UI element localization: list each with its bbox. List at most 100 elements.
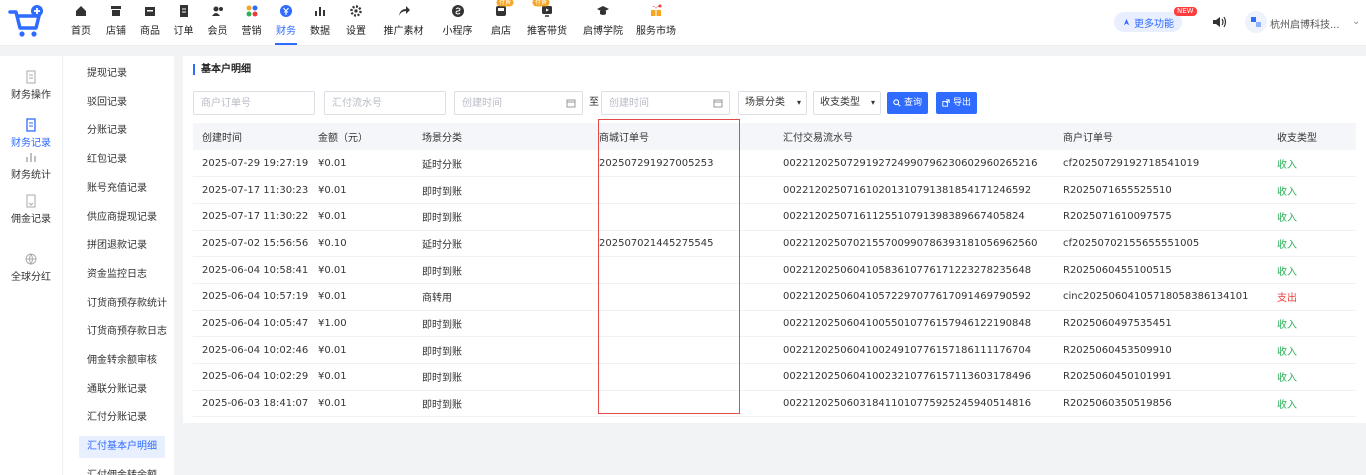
- created-to-input[interactable]: [601, 91, 730, 115]
- table-row: 2025-06-03 18:41:07 ¥0.01 即时到账 002212025060…: [193, 390, 1356, 418]
- huifu-serial-field[interactable]: [332, 92, 438, 114]
- submenu-item-3[interactable]: 红包记录: [79, 149, 135, 171]
- nav-item-10[interactable]: 小程序: [432, 0, 483, 46]
- type-select[interactable]: 收支类型 ▾: [813, 91, 881, 115]
- table-row: 2025-07-17 11:30:22 ¥0.01 即时到账 002212025071…: [193, 203, 1356, 231]
- table-cell: 即时到账: [413, 390, 590, 418]
- table-row: 2025-06-04 10:02:46 ¥0.01 即时到账 002212025060…: [193, 336, 1356, 364]
- table-cell: [590, 310, 774, 338]
- submenu-item-5[interactable]: 供应商提现记录: [79, 207, 165, 229]
- nav-item-3[interactable]: 订单: [166, 0, 201, 46]
- nav-item-label: 推广素材: [383, 26, 424, 37]
- table-cell: 收入: [1268, 203, 1356, 231]
- table-cell: 即时到账: [413, 336, 590, 364]
- column-header-1: 金额（元）: [309, 123, 413, 150]
- query-label: 查询: [904, 98, 923, 108]
- column-header-3: 商城订单号: [590, 123, 774, 150]
- submenu-item-8[interactable]: 订货商预存款统计: [79, 293, 175, 315]
- submenu-item-2[interactable]: 分账记录: [79, 120, 135, 142]
- globe-icon: [0, 252, 62, 266]
- created-from-field[interactable]: [462, 92, 575, 114]
- submenu-item-9[interactable]: 订货商预存款日志: [79, 321, 175, 343]
- created-from-input[interactable]: [454, 91, 583, 115]
- submenu-item-14[interactable]: 汇付佣金转余额: [79, 465, 165, 475]
- nav-item-2[interactable]: 商品: [134, 0, 166, 46]
- submenu-item-4[interactable]: 账号充值记录: [79, 178, 155, 200]
- table-row: 2025-06-04 10:57:19 ¥0.01 商转用 0022120250604…: [193, 283, 1356, 311]
- table-cell: 2025-06-04 10:58:41: [193, 256, 309, 284]
- document-icon: [176, 4, 192, 18]
- table-row: 2025-07-02 15:56:56 ¥0.10 延时分账 202507021445…: [193, 230, 1356, 258]
- left-cat-0[interactable]: 财务操作: [0, 70, 62, 101]
- nav-item-0[interactable]: 首页: [64, 0, 98, 46]
- table-cell: 202507291927005253: [590, 150, 774, 178]
- table-cell: ¥0.01: [309, 256, 413, 284]
- submenu-item-11[interactable]: 通联分账记录: [79, 379, 155, 401]
- shop-avatar[interactable]: [1245, 11, 1267, 33]
- submenu-item-6[interactable]: 拼团退款记录: [79, 235, 155, 257]
- main-panel: 基本户明细 至 场景分类 ▾ 收支类型 ▾ 查询: [183, 56, 1366, 423]
- left-cat-4[interactable]: 全球分红: [0, 252, 62, 283]
- nav-item-6[interactable]: 财务: [269, 0, 303, 46]
- more-features-button[interactable]: 更多功能: [1114, 12, 1182, 32]
- table-cell: 商转用: [413, 283, 590, 311]
- nav-item-9[interactable]: 推广素材: [375, 0, 432, 46]
- submenu-item-7[interactable]: 资金监控日志: [79, 264, 155, 286]
- table-cell: 002212025060410572297077617091469790592: [774, 283, 1054, 311]
- chevron-down-icon[interactable]: ⌄: [1352, 16, 1360, 27]
- export-icon: [942, 99, 950, 107]
- submenu-item-10[interactable]: 佣金转余额审核: [79, 350, 165, 372]
- huifu-serial-input[interactable]: [324, 91, 446, 115]
- table-cell: ¥0.01: [309, 283, 413, 311]
- table-cell: 2025-07-02 15:56:56: [193, 230, 309, 258]
- submenu-item-13[interactable]: 汇付基本户明细: [79, 436, 165, 459]
- export-label: 导出: [953, 98, 972, 108]
- table-cell: 即时到账: [413, 203, 590, 231]
- table-cell: ¥0.01: [309, 176, 413, 204]
- table-row: 2025-06-04 10:05:47 ¥1.00 即时到账 002212025060…: [193, 310, 1356, 338]
- table-header-row: 创建时间 金额（元） 场景分类 商城订单号 汇付交易流水号 商户订单号 收支类型: [193, 123, 1356, 150]
- table-cell: [590, 176, 774, 204]
- left-cat-1[interactable]: 财务记录: [0, 118, 62, 149]
- merchant-order-input[interactable]: [193, 91, 315, 115]
- calendar-icon: [713, 99, 723, 108]
- nav-item-5[interactable]: 营销: [234, 0, 269, 46]
- column-header-2: 场景分类: [413, 123, 590, 150]
- table-cell: 收入: [1268, 230, 1356, 258]
- more-features-label: 更多功能: [1134, 18, 1174, 30]
- submenu-item-12[interactable]: 汇付分账记录: [79, 407, 155, 429]
- nav-item-14[interactable]: 服务市场: [631, 0, 681, 46]
- nav-item-8[interactable]: 设置: [337, 0, 375, 46]
- table-cell: ¥0.01: [309, 336, 413, 364]
- table-cell: 002212025060410023210776157113603178496: [774, 363, 1054, 391]
- gift-icon: [648, 4, 664, 18]
- merchant-order-field[interactable]: [201, 92, 307, 114]
- speaker-icon[interactable]: [1211, 14, 1227, 30]
- nav-item-1[interactable]: 店铺: [98, 0, 134, 46]
- table-cell: 002212025060410055010776157946122190848: [774, 310, 1054, 338]
- nav-item-11[interactable]: 付费 启店: [483, 0, 519, 46]
- nav-item-label: 启店: [491, 26, 511, 37]
- left-cat-2[interactable]: 财务统计: [0, 150, 62, 181]
- table-cell: R2025071610097575: [1054, 203, 1268, 231]
- export-button[interactable]: 导出: [936, 92, 978, 114]
- shop-name[interactable]: 杭州启博科技...: [1270, 16, 1340, 31]
- logo-cart-icon[interactable]: [6, 3, 44, 41]
- table-cell: [590, 363, 774, 391]
- nav-item-12[interactable]: 付费 推客带货: [519, 0, 575, 46]
- table-cell: 收入: [1268, 176, 1356, 204]
- query-button[interactable]: 查询: [887, 92, 929, 114]
- left-cat-3[interactable]: 佣金记录: [0, 194, 62, 225]
- submenu-item-0[interactable]: 提现记录: [79, 63, 135, 85]
- created-to-field[interactable]: [609, 92, 722, 114]
- chevron-down-icon: ▾: [796, 98, 801, 107]
- main-nav: 首页 店铺 商品 订单 会员 营销 财务 数据 设置 推广素材 小程序 付费 启店 付费 推客带货 启博学院服…: [64, 0, 681, 46]
- submenu-item-1[interactable]: 驳回记录: [79, 92, 135, 114]
- table-cell: 202507021445275545: [590, 230, 774, 258]
- left-cat-label: 财务统计: [11, 170, 51, 181]
- table-cell: 2025-07-29 19:27:19: [193, 150, 309, 178]
- nav-item-13[interactable]: 启博学院: [575, 0, 631, 46]
- scene-select[interactable]: 场景分类 ▾: [738, 91, 807, 115]
- nav-item-4[interactable]: 会员: [201, 0, 234, 46]
- nav-item-7[interactable]: 数据: [303, 0, 337, 46]
